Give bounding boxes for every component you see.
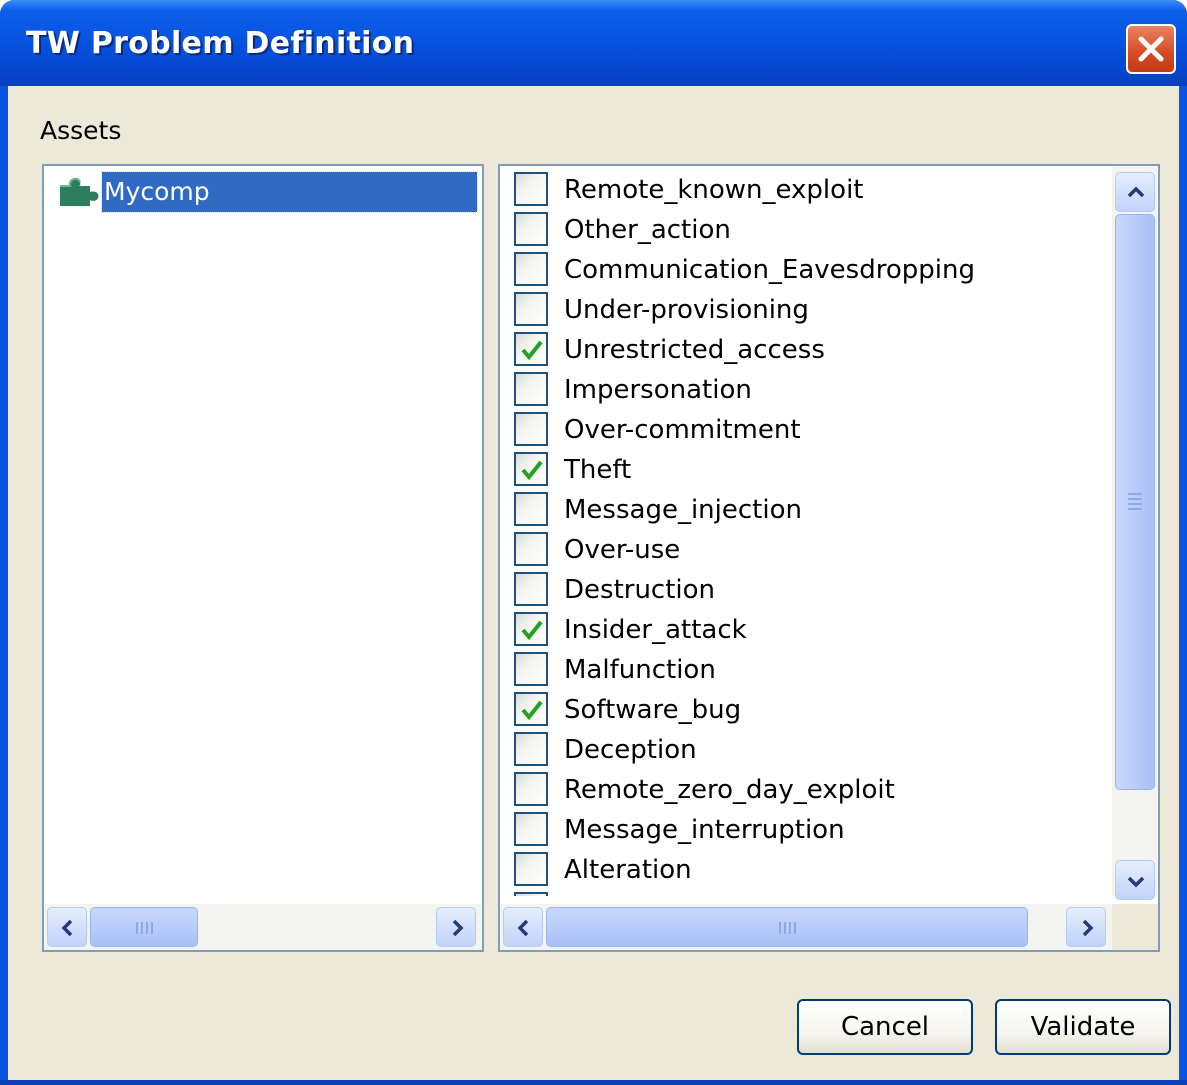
chevron-right-icon xyxy=(452,919,464,937)
threat-checkbox[interactable] xyxy=(514,692,548,726)
threat-checkbox[interactable] xyxy=(514,372,548,406)
threat-checkbox[interactable] xyxy=(514,852,548,886)
threat-checkbox[interactable] xyxy=(514,572,548,606)
grip-icon xyxy=(1128,493,1142,510)
chevron-left-icon xyxy=(61,919,73,937)
threat-checkbox[interactable] xyxy=(514,212,548,246)
chevron-left-icon xyxy=(517,919,529,937)
checkmark-icon xyxy=(521,620,543,641)
window-title: TW Problem Definition xyxy=(26,26,415,61)
threat-list-item[interactable]: Remote_zero_day_exploit xyxy=(514,770,1104,810)
scroll-right-button[interactable] xyxy=(436,907,476,947)
window-frame-bottom xyxy=(0,1080,1187,1085)
chevron-right-icon xyxy=(1082,919,1094,937)
cancel-button[interactable]: Cancel xyxy=(797,999,973,1055)
threat-checkbox[interactable] xyxy=(514,732,548,766)
threat-label: Deception xyxy=(564,735,697,765)
threat-checkbox[interactable] xyxy=(514,892,548,896)
scroll-left-button[interactable] xyxy=(47,907,87,947)
vertical-scroll-thumb[interactable] xyxy=(1115,214,1155,790)
threat-label: Under-provisioning xyxy=(564,295,809,325)
threat-checkbox[interactable] xyxy=(514,772,548,806)
chevron-down-icon xyxy=(1127,876,1145,888)
close-icon xyxy=(1138,36,1164,62)
tree-item-mycomp[interactable]: Mycomp xyxy=(56,171,478,213)
threat-label: Theft xyxy=(564,455,632,485)
threat-checkbox[interactable] xyxy=(514,532,548,566)
tree-item-label: Mycomp xyxy=(101,171,478,213)
threat-label: Remote_zero_day_exploit xyxy=(564,775,895,805)
threat-label: Malfunction xyxy=(564,655,716,685)
threat-checkbox[interactable] xyxy=(514,612,548,646)
dialog-body: Assets Mycomp Remote_known_exploit Other… xyxy=(8,86,1179,1080)
threat-label: Other_action xyxy=(564,215,731,245)
dialog-window: TW Problem Definition Assets Mycomp Remo… xyxy=(0,0,1187,1085)
threats-list-viewport: Remote_known_exploit Other_action Communic… xyxy=(500,166,1112,896)
threat-list-item[interactable]: Unrestricted_access xyxy=(514,330,1104,370)
chevron-up-icon xyxy=(1127,186,1145,198)
threat-checkbox[interactable] xyxy=(514,252,548,286)
threat-list-item[interactable]: Insider_attack xyxy=(514,610,1104,650)
threat-list-item[interactable]: Destruction xyxy=(514,570,1104,610)
threat-list-item[interactable]: Over-use xyxy=(514,530,1104,570)
close-button[interactable] xyxy=(1126,24,1176,74)
threat-list-item[interactable]: Over-commitment xyxy=(514,410,1104,450)
threat-label: Remote_known_exploit xyxy=(564,175,864,205)
assets-label: Assets xyxy=(40,116,122,145)
threat-checkbox[interactable] xyxy=(514,412,548,446)
scroll-left-button[interactable] xyxy=(503,907,543,947)
threat-checkbox[interactable] xyxy=(514,292,548,326)
assets-tree[interactable]: Mycomp xyxy=(42,164,484,952)
threat-label: Insider_attack xyxy=(564,615,747,645)
threats-vertical-scrollbar[interactable] xyxy=(1112,166,1158,900)
threat-label: Message_injection xyxy=(564,495,802,525)
threat-list-item[interactable]: Impersonation xyxy=(514,370,1104,410)
assets-horizontal-scrollbar[interactable] xyxy=(44,904,482,950)
threat-list-item[interactable]: Remote_known_exploit xyxy=(514,170,1104,210)
threat-checkbox[interactable] xyxy=(514,652,548,686)
horizontal-scroll-thumb[interactable] xyxy=(546,907,1028,947)
title-bar[interactable]: TW Problem Definition xyxy=(0,0,1187,86)
threats-horizontal-scrollbar[interactable] xyxy=(500,904,1112,950)
scrollbar-corner xyxy=(1112,904,1158,950)
threat-list-item[interactable]: Alteration xyxy=(514,850,1104,890)
checkmark-icon xyxy=(521,340,543,361)
threat-list-item[interactable]: Theft xyxy=(514,450,1104,490)
threat-label: Unrestricted_access xyxy=(564,335,825,365)
threat-checkbox[interactable] xyxy=(514,452,548,486)
scroll-down-button[interactable] xyxy=(1115,860,1155,900)
threat-list-item[interactable]: Other_action xyxy=(514,210,1104,250)
threat-checkbox[interactable] xyxy=(514,812,548,846)
checkmark-icon xyxy=(521,460,543,481)
threat-label: Message_interruption xyxy=(564,815,845,845)
threat-list-item[interactable]: Malfunction xyxy=(514,650,1104,690)
threat-label: Impersonation xyxy=(564,375,752,405)
threat-list-item[interactable]: Message_interruption xyxy=(514,810,1104,850)
threat-list-item[interactable]: Communication_Eavesdropping xyxy=(514,250,1104,290)
horizontal-scroll-thumb[interactable] xyxy=(90,907,198,947)
validate-button[interactable]: Validate xyxy=(995,999,1171,1055)
threat-list-item[interactable]: Under-provisioning xyxy=(514,290,1104,330)
grip-icon xyxy=(136,922,153,934)
threat-list-item[interactable] xyxy=(514,890,1104,896)
threats-list[interactable]: Remote_known_exploit Other_action Communic… xyxy=(498,164,1160,952)
grip-icon xyxy=(779,922,796,934)
puzzle-icon xyxy=(60,177,99,206)
threat-label: Software_bug xyxy=(564,695,742,725)
checkmark-icon xyxy=(521,700,543,721)
threat-list-item[interactable]: Deception xyxy=(514,730,1104,770)
threat-label: Over-use xyxy=(564,535,681,565)
threat-checkbox[interactable] xyxy=(514,172,548,206)
threat-list-item[interactable]: Software_bug xyxy=(514,690,1104,730)
threat-checkbox[interactable] xyxy=(514,492,548,526)
threat-list-item[interactable]: Message_injection xyxy=(514,490,1104,530)
scroll-up-button[interactable] xyxy=(1115,172,1155,212)
threat-label: Communication_Eavesdropping xyxy=(564,255,975,285)
threat-checkbox[interactable] xyxy=(514,332,548,366)
scroll-right-button[interactable] xyxy=(1066,907,1106,947)
threat-label: Alteration xyxy=(564,855,692,885)
threat-label: Destruction xyxy=(564,575,716,605)
threat-label: Over-commitment xyxy=(564,415,801,445)
